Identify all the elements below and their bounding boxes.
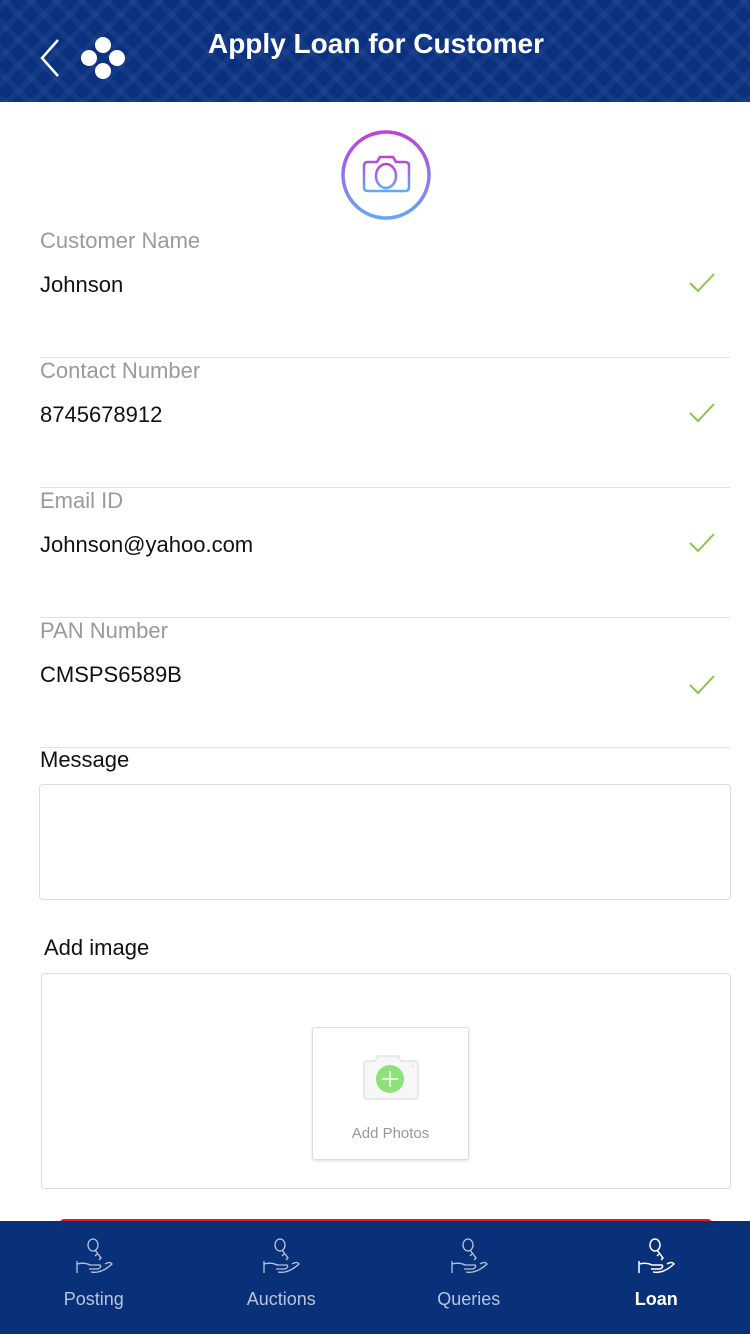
page-title: Apply Loan for Customer	[207, 28, 544, 59]
contact-number-field[interactable]: Contact Number 8745678912	[40, 358, 730, 488]
nav-label: Auctions	[246, 1289, 316, 1309]
profile-photo-camera-icon[interactable]	[340, 129, 432, 221]
nav-label: Loan	[634, 1289, 678, 1309]
hand-key-icon	[76, 1238, 113, 1273]
check-icon	[689, 675, 715, 695]
pan-number-field[interactable]: PAN Number CMSPS6589B	[40, 618, 730, 748]
hand-key-icon	[263, 1238, 301, 1273]
nav-item-queries[interactable]: Queries	[375, 1221, 563, 1334]
nav-item-posting[interactable]: Posting	[0, 1221, 188, 1334]
pan-number-input[interactable]: CMSPS6589B	[40, 662, 182, 688]
nav-item-auctions[interactable]: Auctions	[188, 1221, 376, 1334]
image-upload-area: Add Photos	[41, 973, 731, 1189]
nav-label: Queries	[437, 1289, 501, 1309]
message-textarea[interactable]	[39, 784, 731, 900]
contact-number-input[interactable]: 8745678912	[40, 402, 162, 428]
add-photos-button[interactable]: Add Photos	[312, 1027, 469, 1160]
check-icon	[689, 273, 715, 293]
field-label: Customer Name	[40, 228, 201, 253]
field-label: PAN Number	[40, 618, 168, 643]
app-header: Apply Loan for Customer	[0, 0, 750, 102]
hand-key-icon	[451, 1238, 488, 1273]
email-field[interactable]: Email ID Johnson@yahoo.com	[40, 488, 730, 618]
add-photos-label: Add Photos	[351, 1125, 430, 1142]
email-input[interactable]: Johnson@yahoo.com	[40, 532, 253, 558]
nav-item-loan[interactable]: Loan	[563, 1221, 750, 1334]
field-label: Contact Number	[40, 358, 201, 383]
bottom-nav: Posting Auctions Queries Loan	[0, 1221, 750, 1334]
nav-label: Posting	[63, 1289, 124, 1309]
add-image-label: Add image	[44, 935, 150, 960]
add-photo-camera-icon	[363, 1055, 419, 1100]
hand-key-icon	[638, 1238, 676, 1274]
field-label: Email ID	[40, 488, 124, 513]
check-icon	[689, 533, 715, 553]
message-label: Message	[40, 747, 130, 772]
customer-name-field[interactable]: Customer Name Johnson	[40, 228, 730, 358]
check-icon	[689, 403, 715, 423]
customer-name-input[interactable]: Johnson	[40, 272, 123, 298]
